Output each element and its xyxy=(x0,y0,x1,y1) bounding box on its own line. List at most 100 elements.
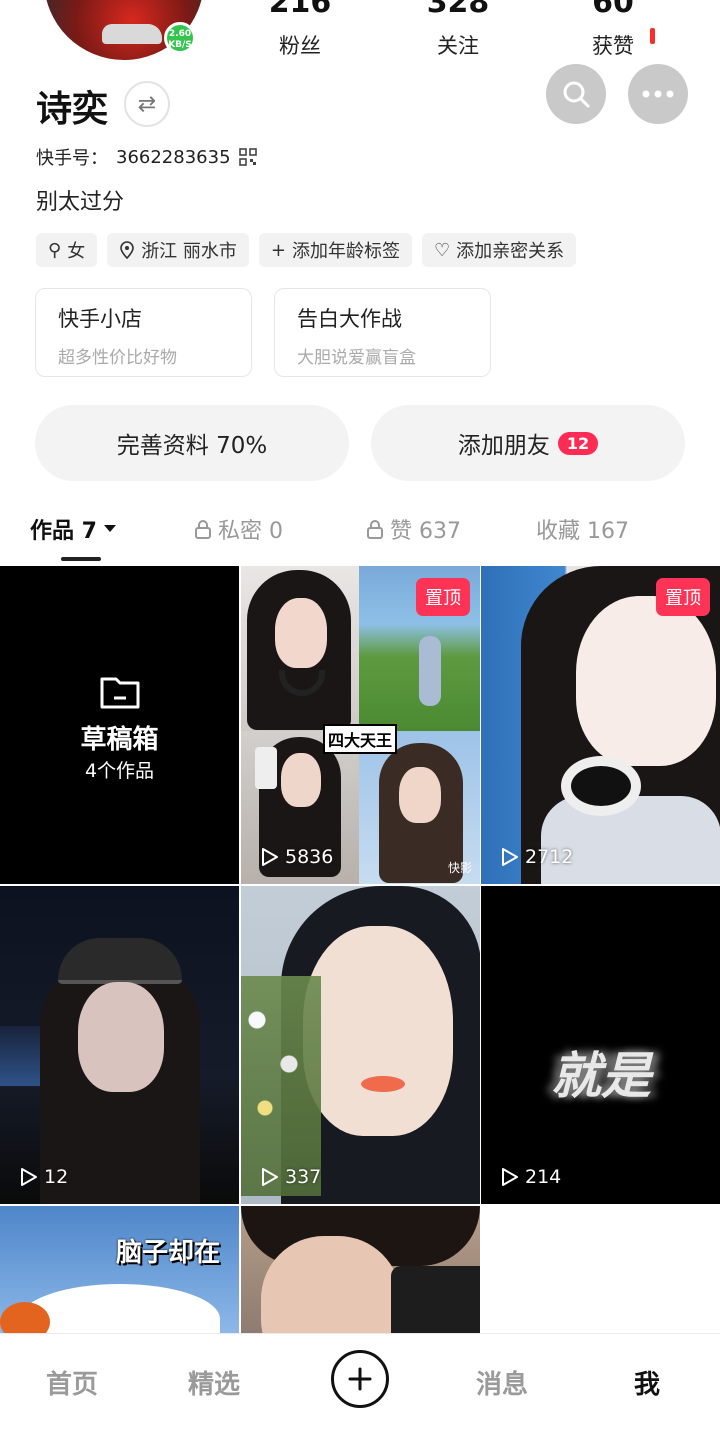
confession-card[interactable]: 告白大作战 大胆说爱赢盲盒 xyxy=(274,288,491,377)
stat-fans[interactable]: 216 粉丝 xyxy=(245,0,355,60)
tag-label: 女 xyxy=(67,241,86,262)
friend-request-badge: 12 xyxy=(557,431,599,455)
tag-label: 浙江 丽水市 xyxy=(141,241,237,262)
video-tile[interactable] xyxy=(241,1206,480,1333)
complete-profile-label: 完善资料 70% xyxy=(116,433,268,459)
play-count: 5836 xyxy=(261,846,333,868)
play-count-value: 12 xyxy=(44,1166,69,1188)
nav-featured[interactable]: 精选 xyxy=(188,1364,240,1401)
switch-icon: ⇄ xyxy=(137,91,157,117)
tag-add-age[interactable]: + 添加年龄标签 xyxy=(258,233,413,267)
watermark: 快影 xyxy=(447,861,472,875)
drafts-title: 草稿箱 xyxy=(80,725,159,755)
tag-gender[interactable]: ⚲ 女 xyxy=(36,233,98,267)
tab-likes[interactable]: 赞 637 xyxy=(366,513,461,545)
play-count-value: 214 xyxy=(525,1166,562,1188)
lips-shape xyxy=(361,1076,405,1092)
search-button[interactable] xyxy=(546,64,606,124)
card-title: 快手小店 xyxy=(58,307,142,331)
face-shape xyxy=(78,982,164,1092)
stat-label: 粉丝 xyxy=(279,34,321,58)
shirt-shape xyxy=(541,796,720,884)
complete-profile-button[interactable]: 完善资料 70% xyxy=(35,405,349,481)
video-tile[interactable]: 就是 214 xyxy=(481,886,720,1204)
cap-shape xyxy=(58,938,182,984)
play-icon xyxy=(502,1168,518,1186)
figure-shape xyxy=(419,636,441,706)
feature-cards: 快手小店 超多性价比好物 告白大作战 大胆说爱赢盲盒 xyxy=(35,288,491,377)
profile-tags: ⚲ 女 浙江 丽水市 + 添加年龄标签 ♡ 添加亲密关系 xyxy=(36,233,577,267)
video-caption: 脑子却在 xyxy=(116,1238,221,1268)
more-icon xyxy=(642,90,674,98)
cartoon-shape xyxy=(20,1284,220,1333)
qr-code-icon[interactable] xyxy=(238,148,257,166)
tab-works[interactable]: 作品 7 xyxy=(30,513,117,545)
drafts-tile[interactable]: 草稿箱 4个作品 xyxy=(0,566,239,884)
play-icon xyxy=(262,1168,278,1186)
heart-link-icon: ♡ xyxy=(434,239,451,261)
stat-value: 216 xyxy=(268,0,332,20)
video-caption: 四大天王 xyxy=(323,724,398,754)
tab-favorites[interactable]: 收藏 167 xyxy=(536,513,629,545)
thumbnail-panel xyxy=(241,566,359,731)
avatar-photo-detail xyxy=(102,24,162,44)
nav-me[interactable]: 我 xyxy=(634,1364,660,1401)
video-caption: 就是 xyxy=(551,1047,651,1105)
profile-name: 诗奕 xyxy=(36,89,109,130)
play-count-value: 337 xyxy=(285,1166,322,1188)
play-count: 12 xyxy=(20,1166,68,1188)
face-shape xyxy=(399,767,441,823)
tab-private[interactable]: 私密 0 xyxy=(194,513,283,545)
video-tile[interactable]: 脑子却在 xyxy=(0,1206,239,1333)
video-tile[interactable]: 12 xyxy=(0,886,239,1204)
plus-icon xyxy=(348,1367,372,1391)
stat-value: 60 xyxy=(592,0,634,20)
tab-label: 赞 637 xyxy=(390,519,461,544)
nav-messages[interactable]: 消息 xyxy=(476,1364,528,1401)
content-tabs: 作品 7 私密 0 赞 637 收藏 167 xyxy=(0,505,720,561)
more-button[interactable] xyxy=(628,64,688,124)
stat-value: 328 xyxy=(426,0,490,20)
play-icon xyxy=(262,848,278,866)
phone-shape xyxy=(391,1266,480,1333)
kuaishou-id-label: 快手号： xyxy=(36,148,108,169)
create-button[interactable] xyxy=(331,1350,389,1408)
play-icon xyxy=(502,848,518,866)
switch-account-button[interactable]: ⇄ xyxy=(124,81,170,127)
notification-dot xyxy=(650,28,655,44)
nav-home[interactable]: 首页 xyxy=(46,1364,98,1401)
tag-label: 添加年龄标签 xyxy=(292,241,401,262)
play-count: 214 xyxy=(501,1166,561,1188)
pinned-badge: 置顶 xyxy=(416,578,470,616)
phone-shape xyxy=(255,747,277,789)
face-shape xyxy=(576,596,716,766)
video-tile[interactable]: 337 xyxy=(241,886,480,1204)
bottom-navigation: 首页 精选 消息 我 xyxy=(0,1333,720,1444)
tab-label: 收藏 167 xyxy=(536,519,629,544)
lock-icon xyxy=(195,520,211,539)
play-count: 337 xyxy=(261,1166,321,1188)
play-count: 2712 xyxy=(501,846,573,868)
kuaishou-id[interactable]: 快手号： 3662283635 xyxy=(36,144,257,170)
add-friends-button[interactable]: 添加朋友 12 xyxy=(371,405,685,481)
add-friends-label: 添加朋友 xyxy=(457,433,550,459)
tag-location[interactable]: 浙江 丽水市 xyxy=(107,233,249,267)
card-subtitle: 大胆说爱赢盲盒 xyxy=(297,348,416,368)
plus-icon: + xyxy=(270,239,287,261)
video-tile[interactable]: 置顶 2712 xyxy=(481,566,720,884)
tag-add-relationship[interactable]: ♡ 添加亲密关系 xyxy=(422,233,577,267)
network-speed-badge: 2.60 KB/S xyxy=(164,22,196,54)
card-title: 告白大作战 xyxy=(297,307,402,331)
location-icon xyxy=(120,241,134,259)
face-shape xyxy=(281,753,321,807)
kuaishou-shop-card[interactable]: 快手小店 超多性价比好物 xyxy=(35,288,252,377)
tag-label: 添加亲密关系 xyxy=(456,241,565,262)
lock-icon xyxy=(367,520,383,539)
card-subtitle: 超多性价比好物 xyxy=(58,348,177,368)
flowers-shape xyxy=(241,976,321,1196)
video-tile[interactable]: 四大天王 置顶 快影 5836 xyxy=(241,566,480,884)
stat-following[interactable]: 328 关注 xyxy=(403,0,513,60)
face-shape xyxy=(303,926,453,1136)
tab-label: 私密 0 xyxy=(218,519,283,544)
folder-icon xyxy=(100,677,140,709)
